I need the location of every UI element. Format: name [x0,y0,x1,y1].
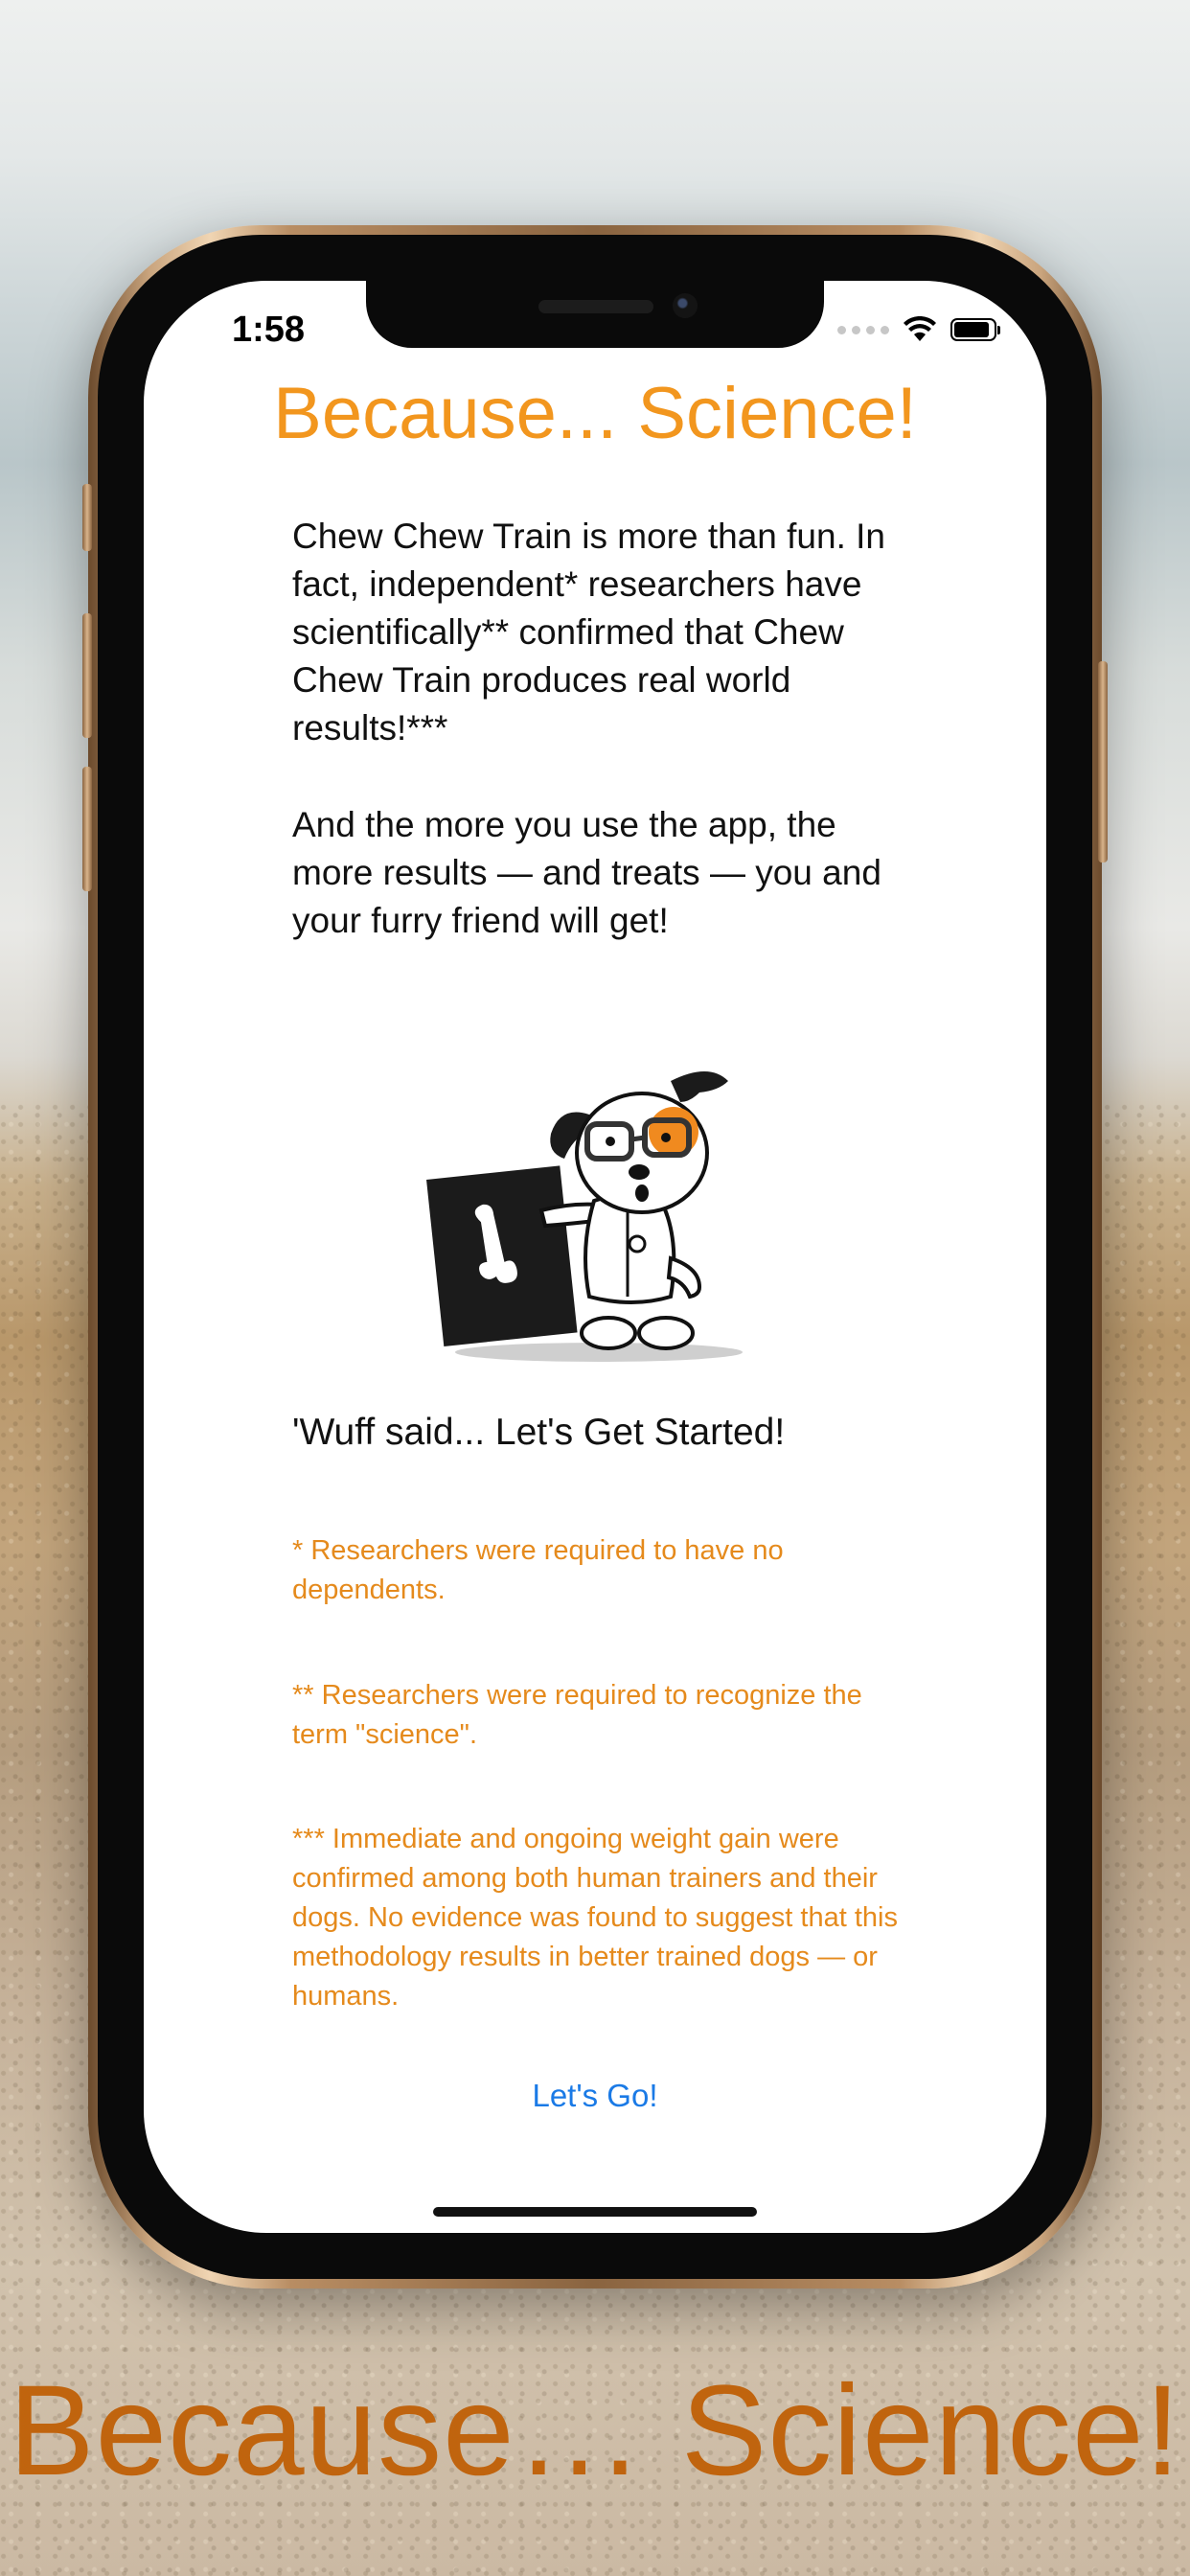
side-button-silent [82,484,92,551]
signal-dots-icon [837,325,889,334]
notch [366,281,824,348]
status-time: 1:58 [232,310,306,350]
footnote-3: *** Immediate and ongoing weight gain we… [292,1824,898,2012]
battery-icon [950,318,1000,341]
intro-paragraph: Chew Chew Train is more than fun. In fac… [292,517,886,748]
marketing-caption: Because… Science! [9,2359,1181,2502]
lets-go-button[interactable]: Let's Go! [144,2078,1046,2114]
side-button-power [1098,661,1108,862]
tagline: 'Wuff said... Let's Get Started! [292,1412,786,1453]
phone-screen: 1:58 Because... Science! Chew Chew Train… [144,281,1046,2233]
wifi-icon [904,316,936,341]
scientist-dog-illustration [426,1071,743,1362]
side-button-volume-down [82,767,92,891]
footnote-2: ** Researchers were required to recogniz… [292,1680,862,1750]
page-title: Because... Science! [273,373,917,454]
home-indicator[interactable] [433,2207,757,2217]
front-camera [673,293,698,318]
status-icons [837,315,1000,344]
treats-paragraph: And the more you use the app, the more r… [292,805,881,940]
side-button-volume-up [82,613,92,738]
speaker-grille [538,300,653,313]
footnote-1: * Researchers were required to have no d… [292,1535,784,1605]
